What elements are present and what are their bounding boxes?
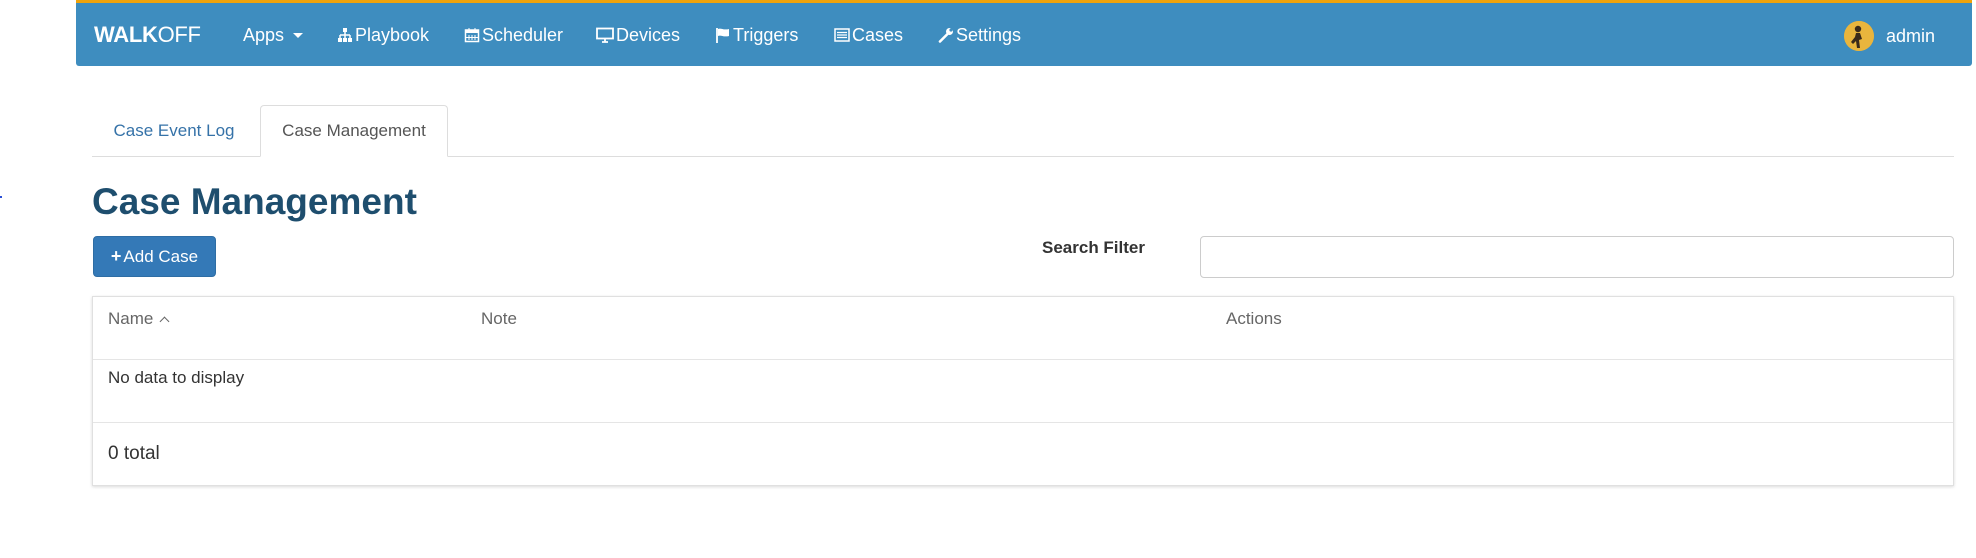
user-menu[interactable]: admin <box>1844 21 1935 51</box>
tab-case-management-label: Case Management <box>282 121 426 140</box>
nav-triggers-label: Triggers <box>733 24 799 45</box>
monitor-icon <box>596 27 614 43</box>
plus-icon: + <box>110 246 122 266</box>
tab-case-management[interactable]: Case Management <box>260 105 448 157</box>
nav-scheduler-label: Scheduler <box>482 24 564 45</box>
footer-divider <box>93 422 1953 423</box>
flag-icon <box>716 28 729 43</box>
nav-triggers[interactable]: Triggers <box>715 23 798 47</box>
total-count: 0 total <box>108 443 160 464</box>
calendar-icon <box>464 28 480 43</box>
stray-dot <box>0 196 2 198</box>
brand-logo[interactable]: WALKOFF <box>94 22 201 48</box>
nav-apps-label: Apps <box>243 24 285 45</box>
search-filter-input[interactable] <box>1200 236 1954 278</box>
list-icon <box>834 28 850 42</box>
tab-case-event-log-label: Case Event Log <box>113 121 235 140</box>
nav-playbook-label: Playbook <box>355 24 430 45</box>
nav-cases[interactable]: Cases <box>834 23 903 47</box>
cases-table: Name Note Actions No data to display 0 t… <box>92 296 1954 486</box>
column-header-name[interactable]: Name <box>108 309 170 329</box>
sort-ascending-icon <box>159 316 170 326</box>
nav-devices[interactable]: Devices <box>596 23 680 47</box>
nav-scheduler[interactable]: Scheduler <box>464 23 563 47</box>
nav-settings-label: Settings <box>956 24 1022 45</box>
caret-down-icon <box>293 32 304 38</box>
nav-settings[interactable]: Settings <box>938 23 1021 47</box>
column-header-actions-label: Actions <box>1226 309 1282 328</box>
column-header-name-label: Name <box>108 309 154 328</box>
column-header-note: Note <box>481 309 517 329</box>
nav-playbook[interactable]: Playbook <box>337 23 429 47</box>
avatar-icon <box>1844 21 1874 51</box>
column-header-actions: Actions <box>1226 309 1282 329</box>
nav-apps[interactable]: Apps <box>243 23 304 47</box>
empty-message: No data to display <box>108 368 245 387</box>
header-divider <box>93 359 1953 360</box>
nav-devices-label: Devices <box>616 24 681 45</box>
column-header-note-label: Note <box>481 309 517 328</box>
username-label: admin <box>1886 25 1936 46</box>
page-title: Case Management <box>92 181 417 222</box>
wrench-icon <box>938 28 953 43</box>
search-filter-label: Search Filter <box>1042 238 1145 257</box>
add-case-button[interactable]: + Add Case <box>93 236 216 277</box>
tab-case-event-log[interactable]: Case Event Log <box>92 105 256 157</box>
top-navbar: WALKOFF Apps Playbook Scheduler Devices … <box>76 0 1972 66</box>
add-case-button-label: Add Case <box>123 246 199 266</box>
sitemap-icon <box>338 28 352 42</box>
nav-cases-label: Cases <box>852 24 904 45</box>
